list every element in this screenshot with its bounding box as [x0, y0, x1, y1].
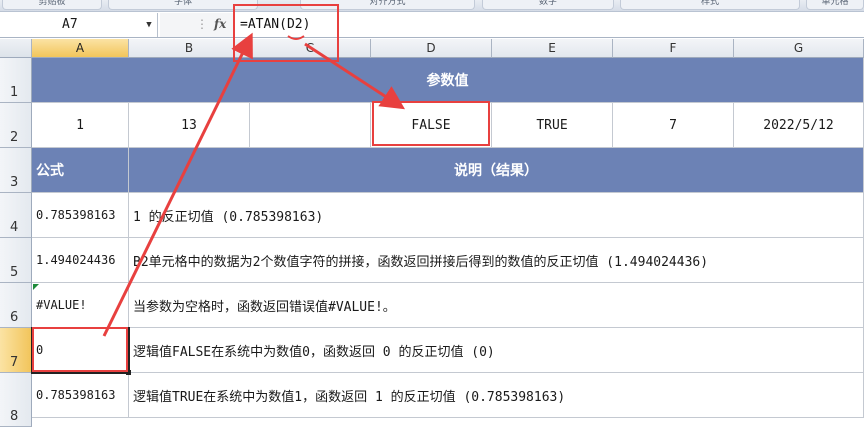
annotation-arrows — [102, 32, 406, 337]
arrow-formula-to-d2 — [304, 42, 406, 110]
arrow-a7-to-formula — [102, 32, 253, 337]
underline-d2-mark — [287, 35, 305, 40]
